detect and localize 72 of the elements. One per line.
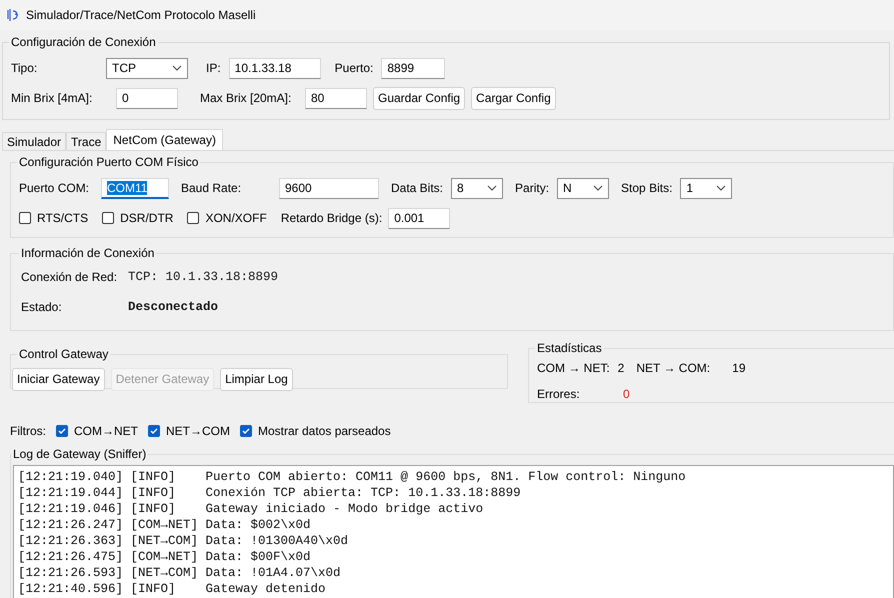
filter-checkbox[interactable]: NET→COM	[148, 424, 230, 438]
filter-checkbox[interactable]: COM→NET	[56, 424, 138, 438]
field-label: Puerto COM:	[19, 181, 90, 195]
dropdown[interactable]: N	[557, 178, 610, 198]
field-label: Max Brix [20mA]:	[200, 91, 292, 105]
field-label: Baud Rate:	[181, 181, 242, 195]
max-brix-field[interactable]: 80	[305, 88, 367, 108]
gateway-button[interactable]: Iniciar Gateway	[12, 368, 105, 390]
checkbox-box[interactable]	[148, 425, 160, 437]
log-line: [12:21:26.363] [NET→COM] Data: !01300A40\x0d	[18, 533, 350, 549]
tab[interactable]: Trace	[66, 132, 106, 150]
field-label: Retardo Bridge (s):	[280, 211, 382, 225]
config-button[interactable]: Guardar Config	[373, 86, 466, 110]
port-field[interactable]: 8899	[381, 58, 446, 78]
group-title: Estadísticas	[536, 341, 603, 355]
checkbox-box[interactable]	[102, 212, 114, 224]
chevron-icon	[487, 185, 498, 191]
info-value: TCP: 10.1.33.18:8899	[128, 270, 278, 284]
dropdown[interactable]: 1	[680, 178, 732, 198]
app-icon	[6, 8, 20, 22]
info-label: Estado:	[21, 300, 63, 314]
group-title: Control Gateway	[18, 347, 110, 361]
error-count: 0	[623, 387, 630, 401]
group-title: Log de Gateway (Sniffer)	[12, 447, 148, 461]
gateway-button[interactable]: Limpiar Log	[220, 368, 293, 390]
checkbox-box[interactable]	[56, 425, 68, 437]
checkbox[interactable]: RTS/CTS	[19, 211, 88, 225]
ip-field[interactable]: 10.1.33.18	[228, 58, 321, 78]
field-label: Tipo:	[11, 61, 38, 75]
checkbox-box[interactable]	[19, 212, 31, 224]
log-line: [12:21:26.475] [COM→NET] Data: $00F\x0d	[18, 549, 312, 565]
field-label: Parity:	[515, 181, 550, 195]
field-label: Min Brix [4mA]:	[11, 91, 94, 105]
checkbox-box[interactable]	[187, 212, 200, 224]
log-line: [12:21:40.596] [INFO] Gateway detenido	[18, 581, 327, 597]
group-title: Información de Conexión	[20, 246, 156, 260]
com-port-field[interactable]: COM11	[101, 178, 169, 198]
chevron-icon	[172, 65, 182, 71]
stat-value: 19	[732, 361, 746, 375]
log-line: [12:21:19.040] [INFO] Puerto COM abierto: COM11 @ 9600 bps, 8N1. Flow control: Ninguno	[18, 469, 687, 485]
info-value: Desconectado	[128, 300, 218, 314]
group-title: Configuración Puerto COM Físico	[18, 155, 200, 169]
field-label: IP:	[206, 61, 221, 75]
type-dropdown[interactable]: TCP	[106, 58, 188, 78]
checkbox[interactable]: XON/XOFF	[187, 211, 267, 225]
log-line: [12:21:19.044] [INFO] Conexión TCP abierta: TCP: 10.1.33.18:8899	[18, 485, 522, 501]
group-title: Configuración de Conexión	[10, 35, 157, 49]
config-button[interactable]: Cargar Config	[471, 86, 556, 110]
log-line: [12:21:26.593] [NET→COM] Data: !01A4.07\x0d	[18, 565, 342, 581]
checkbox-box[interactable]	[240, 425, 252, 437]
filters-label: Filtros:	[10, 424, 46, 438]
stat-label: COM → NET:	[537, 361, 610, 375]
checkbox[interactable]: DSR/DTR	[102, 211, 174, 225]
log-line: [12:21:26.247] [COM→NET] Data: $002\x0d	[18, 517, 312, 533]
field-label: Stop Bits:	[621, 181, 672, 195]
chevron-icon	[593, 185, 604, 191]
min-brix-field[interactable]: 0	[116, 88, 178, 108]
stat-label: NET → COM:	[636, 361, 710, 375]
log-line: [12:21:19.046] [INFO] Gateway iniciado - Modo bridge activo	[18, 501, 484, 517]
stat-value: 2	[618, 361, 624, 375]
tab[interactable]: Simulador	[2, 132, 66, 150]
baud-rate-field[interactable]: 9600	[279, 178, 379, 198]
tab[interactable]: NetCom (Gateway)	[106, 129, 223, 150]
chevron-icon	[716, 185, 726, 191]
info-label: Conexión de Red:	[21, 270, 118, 284]
field-label: Puerto:	[334, 61, 374, 75]
filter-checkbox[interactable]: Mostrar datos parseados	[240, 424, 391, 438]
bridge-delay-field[interactable]: 0.001	[388, 208, 450, 228]
window-title: Simulador/Trace/NetCom Protocolo Maselli	[26, 8, 256, 22]
dropdown[interactable]: 8	[451, 178, 504, 198]
stat-label: Errores:	[537, 387, 581, 401]
field-label: Data Bits:	[391, 181, 444, 195]
